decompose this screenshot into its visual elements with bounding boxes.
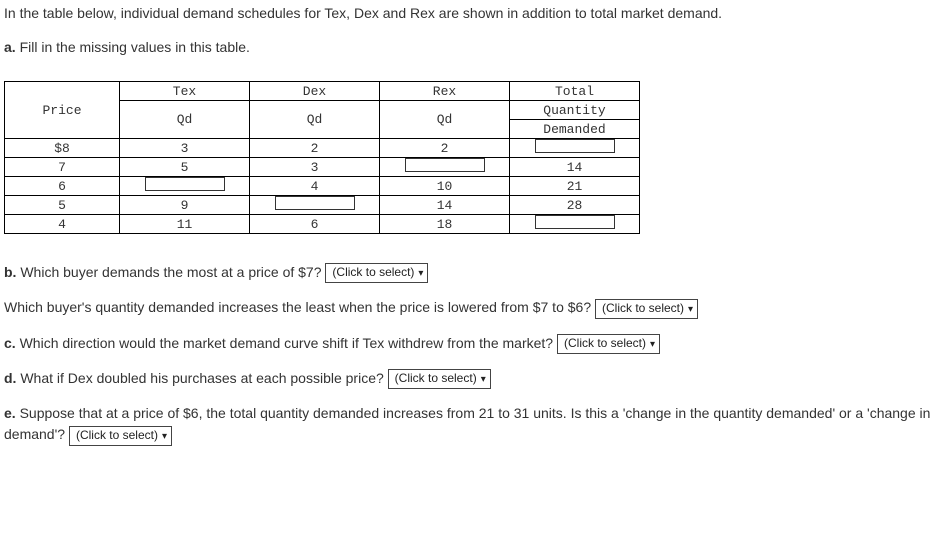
table-row: 5 9 14 28 — [5, 196, 640, 215]
part-c-label: c. — [4, 335, 16, 351]
cell-dex: 3 — [250, 158, 380, 177]
cell-total: 21 — [510, 177, 640, 196]
part-a-label: a. — [4, 39, 16, 55]
part-b-q1-text: Which buyer demands the most at a price … — [20, 264, 321, 280]
cell-total — [510, 215, 640, 234]
cell-rex: 2 — [380, 139, 510, 158]
cell-price: 5 — [5, 196, 120, 215]
hdr-tex-name: Tex — [120, 82, 250, 101]
cell-price: 6 — [5, 177, 120, 196]
cell-rex — [380, 158, 510, 177]
part-d: d. What if Dex doubled his purchases at … — [4, 368, 939, 389]
select-b1-text: (Click to select) — [332, 265, 414, 279]
part-d-text: What if Dex doubled his purchases at eac… — [20, 370, 383, 386]
select-d-text: (Click to select) — [395, 371, 477, 385]
hdr-tex-qd: Qd — [120, 101, 250, 139]
part-e: e. Suppose that at a price of $6, the to… — [4, 403, 939, 445]
cell-tex: 5 — [120, 158, 250, 177]
table-row: 6 4 10 21 — [5, 177, 640, 196]
select-c[interactable]: (Click to select) ▾ — [557, 334, 660, 354]
hdr-rex-qd: Qd — [380, 101, 510, 139]
blank-input[interactable] — [145, 177, 225, 191]
select-e-text: (Click to select) — [76, 428, 158, 442]
hdr-dex-name: Dex — [250, 82, 380, 101]
cell-dex: 4 — [250, 177, 380, 196]
hdr-total-2: Quantity — [510, 101, 640, 120]
cell-total: 28 — [510, 196, 640, 215]
demand-table: Price Tex Dex Rex Total Qd Qd Qd Quantit… — [4, 81, 640, 234]
chevron-down-icon: ▾ — [688, 303, 693, 317]
cell-price: 4 — [5, 215, 120, 234]
cell-rex: 14 — [380, 196, 510, 215]
select-b2[interactable]: (Click to select) ▾ — [595, 299, 698, 319]
part-b-label: b. — [4, 264, 16, 280]
part-b-q1: b. Which buyer demands the most at a pri… — [4, 262, 939, 283]
select-d[interactable]: (Click to select) ▾ — [388, 369, 491, 389]
cell-tex — [120, 177, 250, 196]
part-c: c. Which direction would the market dema… — [4, 333, 939, 354]
cell-total: 14 — [510, 158, 640, 177]
chevron-down-icon: ▾ — [481, 373, 486, 387]
hdr-price: Price — [5, 82, 120, 139]
chevron-down-icon: ▾ — [650, 338, 655, 352]
select-c-text: (Click to select) — [564, 336, 646, 350]
select-b2-text: (Click to select) — [602, 301, 684, 315]
select-e[interactable]: (Click to select) ▾ — [69, 426, 172, 446]
part-e-label: e. — [4, 405, 16, 421]
table-row: $8 3 2 2 — [5, 139, 640, 158]
cell-dex — [250, 196, 380, 215]
part-b-q2-text: Which buyer's quantity demanded increase… — [4, 299, 591, 315]
cell-price: $8 — [5, 139, 120, 158]
hdr-dex-qd: Qd — [250, 101, 380, 139]
part-d-label: d. — [4, 370, 16, 386]
select-b1[interactable]: (Click to select) ▾ — [325, 263, 428, 283]
cell-dex: 6 — [250, 215, 380, 234]
part-b-q2: Which buyer's quantity demanded increase… — [4, 297, 939, 318]
cell-total — [510, 139, 640, 158]
part-a: a. Fill in the missing values in this ta… — [4, 38, 939, 58]
table-row: 4 11 6 18 — [5, 215, 640, 234]
cell-rex: 18 — [380, 215, 510, 234]
blank-input[interactable] — [535, 215, 615, 229]
blank-input[interactable] — [535, 139, 615, 153]
hdr-rex-name: Rex — [380, 82, 510, 101]
hdr-total-1: Total — [510, 82, 640, 101]
chevron-down-icon: ▾ — [162, 430, 167, 444]
cell-tex: 3 — [120, 139, 250, 158]
cell-dex: 2 — [250, 139, 380, 158]
part-a-text: Fill in the missing values in this table… — [20, 39, 250, 55]
blank-input[interactable] — [275, 196, 355, 210]
blank-input[interactable] — [405, 158, 485, 172]
cell-tex: 11 — [120, 215, 250, 234]
intro-text: In the table below, individual demand sc… — [4, 4, 939, 24]
chevron-down-icon: ▾ — [418, 267, 423, 281]
cell-tex: 9 — [120, 196, 250, 215]
cell-price: 7 — [5, 158, 120, 177]
table-row: 7 5 3 14 — [5, 158, 640, 177]
cell-rex: 10 — [380, 177, 510, 196]
hdr-total-3: Demanded — [510, 120, 640, 139]
part-c-text: Which direction would the market demand … — [20, 335, 554, 351]
